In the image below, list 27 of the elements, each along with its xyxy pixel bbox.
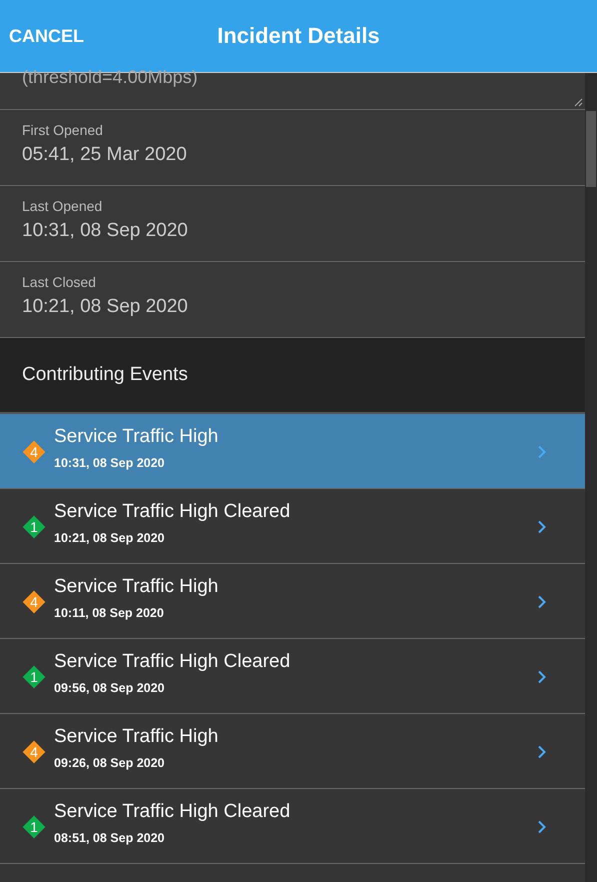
severity-badge: 4: [22, 440, 46, 464]
event-time: 10:11, 08 Sep 2020: [54, 606, 165, 620]
field-label: First Opened: [22, 122, 104, 138]
event-time: 08:51, 08 Sep 2020: [54, 831, 166, 845]
event-time: 09:26, 08 Sep 2020: [54, 756, 166, 770]
severity-badge: 1: [22, 815, 46, 839]
event-time: 10:31, 08 Sep 2020: [54, 456, 166, 470]
event-title: Service Traffic High Cleared: [54, 651, 292, 673]
section-title: Contributing Events: [22, 364, 188, 386]
header-title: Incident Details: [217, 23, 380, 49]
severity-badge: 4: [22, 740, 46, 764]
field-label: Last Opened: [22, 198, 104, 214]
event-title: Service Traffic High Cleared: [54, 801, 292, 823]
event-title: Service Traffic High: [54, 426, 220, 448]
field-value: 10:31, 08 Sep 2020: [22, 220, 189, 242]
event-title: Service Traffic High: [54, 576, 220, 598]
event-title: Service Traffic High: [54, 726, 220, 748]
field-value: 05:41, 25 Mar 2020: [22, 144, 188, 166]
field-label: Last Closed: [22, 274, 97, 290]
event-row[interactable]: 4 Service Traffic High 10:31, 08 Sep 2020: [0, 414, 585, 489]
severity-badge: 1: [22, 665, 46, 689]
event-title: Service Traffic High Cleared: [54, 501, 292, 523]
severity-badge: 1: [22, 515, 46, 539]
event-time: 10:21, 08 Sep 2020: [54, 531, 166, 545]
field-value: 10:21, 08 Sep 2020: [22, 296, 189, 318]
event-time: 09:56, 08 Sep 2020: [54, 681, 166, 695]
severity-badge: 4: [22, 590, 46, 614]
